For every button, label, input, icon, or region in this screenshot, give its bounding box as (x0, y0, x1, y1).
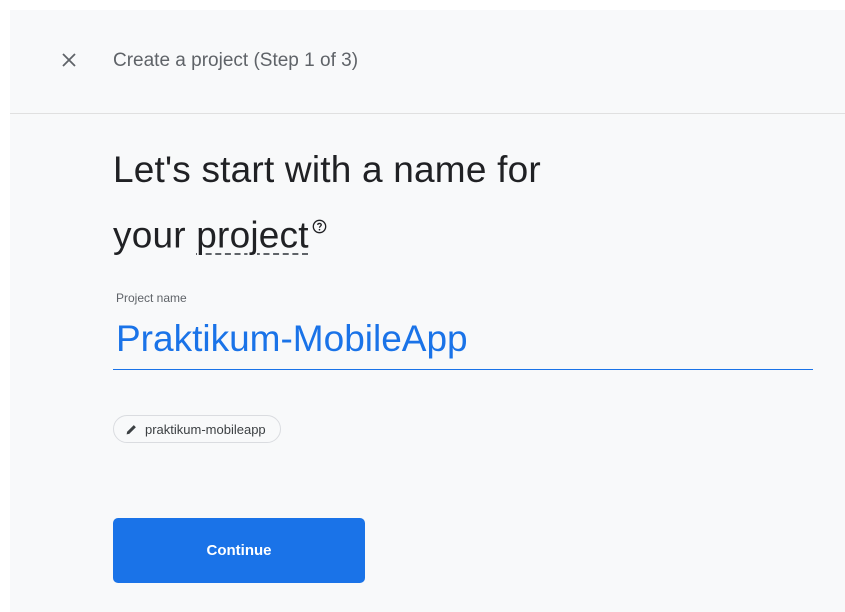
continue-button[interactable]: Continue (113, 518, 365, 583)
close-icon (62, 53, 76, 67)
dialog-header: Create a project (Step 1 of 3) (10, 10, 845, 114)
heading-prefix: your (113, 214, 197, 256)
create-project-panel: Create a project (Step 1 of 3) Let's sta… (10, 10, 845, 612)
project-term-link[interactable]: project (196, 214, 308, 255)
project-name-label: Project name (116, 291, 187, 305)
dialog-title: Create a project (Step 1 of 3) (113, 50, 359, 71)
heading-line-2: your project (113, 196, 541, 261)
project-name-input[interactable] (113, 308, 813, 370)
close-button[interactable] (57, 48, 81, 72)
help-circle-icon[interactable] (312, 196, 327, 248)
pencil-icon (126, 424, 136, 434)
project-id-chip[interactable]: praktikum-mobileapp (113, 415, 281, 443)
project-id-label: praktikum-mobileapp (145, 421, 266, 437)
heading-line-1: Let's start with a name for (113, 149, 541, 190)
page-heading: Let's start with a name for your project (113, 144, 541, 261)
